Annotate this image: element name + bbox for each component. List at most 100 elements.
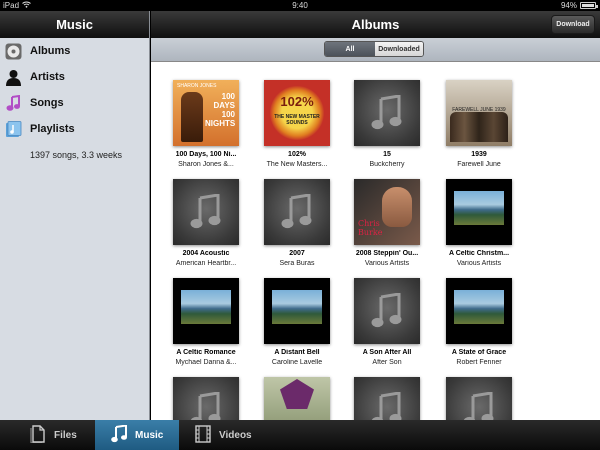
film-icon xyxy=(195,424,211,446)
sidebar-item-songs[interactable]: Songs xyxy=(0,90,149,116)
sidebar-item-artists[interactable]: Artists xyxy=(0,64,149,90)
download-button[interactable]: Download xyxy=(551,15,595,34)
sidebar-item-label: Albums xyxy=(30,45,71,57)
album-artist: Various Artists xyxy=(456,260,502,267)
album-title: A Celtic Christm... xyxy=(448,250,510,257)
album-title: 1939 xyxy=(471,151,487,158)
cover-photo xyxy=(454,191,504,225)
cover-photo xyxy=(454,290,504,324)
filter-bar: All Downloaded xyxy=(151,38,600,62)
music-note-icon xyxy=(4,94,22,112)
album-cover xyxy=(264,377,330,420)
album-card[interactable]: FAREWELL JUNE 1939 1939 Farewell June xyxy=(434,80,524,168)
album-artist: Sera Buras xyxy=(279,260,315,267)
album-cover xyxy=(446,278,512,344)
album-card[interactable]: 2004 Acoustic American Heartbr... xyxy=(161,179,251,267)
album-title: 100 Days, 100 Ni... xyxy=(175,151,237,158)
battery-percent: 94% xyxy=(560,1,577,10)
clock: 9:40 xyxy=(292,1,308,10)
album-cover xyxy=(446,377,512,420)
music-note-icon xyxy=(281,194,312,229)
battery-indicator: 94% xyxy=(560,0,598,11)
filter-downloaded-segment[interactable]: Downloaded xyxy=(375,42,423,56)
album-card[interactable] xyxy=(252,377,342,420)
album-cover xyxy=(446,179,512,245)
battery-icon xyxy=(580,2,598,9)
music-note-icon xyxy=(371,95,402,130)
album-cover: SHARON JONES 100 DAYS 100 NIGHTS xyxy=(173,80,239,146)
album-artist: Mychael Danna &... xyxy=(175,359,237,366)
tab-videos[interactable]: Videos xyxy=(179,420,279,450)
music-note-icon xyxy=(371,392,402,420)
album-artist: Robert Fenner xyxy=(456,359,502,366)
album-artist: After Son xyxy=(372,359,402,366)
tab-music[interactable]: Music xyxy=(95,420,179,450)
filter-segmented-control: All Downloaded xyxy=(324,41,424,57)
tab-label: Files xyxy=(54,429,77,441)
album-card[interactable]: A Distant Bell Caroline Lavelle xyxy=(252,278,342,366)
cover-photo xyxy=(181,290,231,324)
album-card[interactable]: 2007 Sera Buras xyxy=(252,179,342,267)
cover-photo xyxy=(450,112,508,142)
music-note-icon xyxy=(371,293,402,328)
tab-files[interactable]: Files xyxy=(0,420,95,450)
album-cover xyxy=(264,278,330,344)
page-title: Albums xyxy=(351,17,400,32)
album-disc-icon xyxy=(4,42,22,60)
album-card[interactable]: A Son After All After Son xyxy=(342,278,432,366)
album-card[interactable]: Chris Burke 2008 Steppin' Ou... Various Ar… xyxy=(342,179,432,267)
sidebar: Music Albums Artists Songs Playlists 139… xyxy=(0,11,150,420)
album-artist: Buckcherry xyxy=(369,161,405,168)
album-title: A Son After All xyxy=(362,349,412,356)
status-bar: iPad 9:40 94% xyxy=(0,0,600,11)
music-note-icon xyxy=(190,392,221,420)
album-cover xyxy=(354,278,420,344)
album-cover: FAREWELL JUNE 1939 xyxy=(446,80,512,146)
cover-text: THE NEW MASTER SOUNDS xyxy=(274,114,320,126)
album-title: 2004 Acoustic xyxy=(182,250,230,257)
sidebar-item-label: Playlists xyxy=(30,123,75,135)
album-cover xyxy=(173,278,239,344)
album-artist: American Heartbr... xyxy=(175,260,237,267)
album-artist: Various Artists xyxy=(364,260,410,267)
main-header: Albums Download xyxy=(151,11,600,38)
music-note-icon xyxy=(190,194,221,229)
album-card[interactable] xyxy=(342,377,432,420)
cover-text: Chris Burke xyxy=(358,219,383,237)
album-cover xyxy=(354,80,420,146)
album-title: 2007 xyxy=(289,250,305,257)
album-cover xyxy=(354,377,420,420)
playlist-icon xyxy=(4,120,22,138)
filter-all-segment[interactable]: All xyxy=(325,42,375,56)
cover-text: 102% xyxy=(280,94,314,109)
sidebar-item-albums[interactable]: Albums xyxy=(0,38,149,64)
album-cover: Chris Burke xyxy=(354,179,420,245)
album-title: A Celtic Romance xyxy=(176,349,236,356)
sidebar-title: Music xyxy=(0,11,149,38)
album-cover xyxy=(264,179,330,245)
album-title: 15 xyxy=(383,151,391,158)
cover-text: SHARON JONES xyxy=(177,83,217,89)
album-title: 102% xyxy=(288,151,306,158)
album-grid: SHARON JONES 100 DAYS 100 NIGHTS 100 Days,… xyxy=(151,62,600,420)
library-summary: 1397 songs, 3.3 weeks xyxy=(30,150,123,160)
tab-bar: Files Music Videos xyxy=(0,420,600,450)
cover-crest xyxy=(280,379,314,409)
album-card[interactable]: A State of Grace Robert Fenner xyxy=(434,278,524,366)
album-card[interactable]: A Celtic Romance Mychael Danna &... xyxy=(161,278,251,366)
album-cover xyxy=(173,377,239,420)
album-card[interactable] xyxy=(161,377,251,420)
album-title: A Distant Bell xyxy=(274,349,320,356)
tab-label: Videos xyxy=(219,429,252,441)
sidebar-item-playlists[interactable]: Playlists xyxy=(0,116,149,142)
cover-photo xyxy=(272,290,322,324)
album-card[interactable]: 102% THE NEW MASTER SOUNDS 102% The New Mas… xyxy=(252,80,342,168)
album-artist: Sharon Jones &... xyxy=(178,161,234,168)
album-card[interactable] xyxy=(434,377,524,420)
album-artist: The New Masters... xyxy=(266,161,328,168)
album-card[interactable]: A Celtic Christm... Various Artists xyxy=(434,179,524,267)
album-cover xyxy=(173,179,239,245)
album-card[interactable]: SHARON JONES 100 DAYS 100 NIGHTS 100 Days,… xyxy=(161,80,251,168)
tab-label: Music xyxy=(135,429,164,441)
album-card[interactable]: 15 Buckcherry xyxy=(342,80,432,168)
